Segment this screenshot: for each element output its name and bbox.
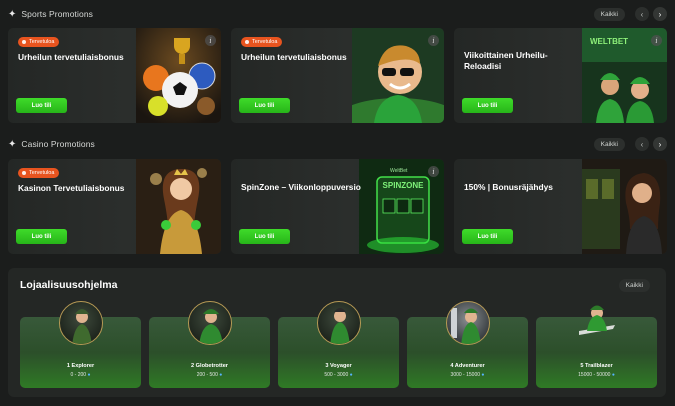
tier-avatar [58,301,103,345]
promo-title: Viikoittainen Urheilu-Reloadisi [464,50,548,71]
info-icon[interactable]: i [651,35,662,46]
create-account-button[interactable]: Luo tili [239,98,290,113]
sparkle-icon: ✦ [8,8,17,20]
tier-range: 3000 - 15000 ● [450,372,485,378]
promo-card[interactable]: Tervetuloa Kasinon Tervetuliaisbonus Luo… [8,159,221,254]
loyalty-tier[interactable]: 5 Trailblazer 15000 - 50000 ● [536,305,657,388]
coin-icon: ● [219,372,223,378]
loyalty-program-panel: Lojaalisuusohjelma Kaikki 1 Explorer 0 -… [8,268,666,397]
info-icon[interactable]: i [428,166,439,177]
loyalty-tier[interactable]: 2 Globetrotter 200 - 500 ● [149,301,270,388]
welcome-badge: Tervetuloa [241,37,283,47]
casino-promotions-header: ✦ Casino Promotions Kaikki ‹ › [8,134,667,154]
loyalty-tier[interactable]: 1 Explorer 0 - 200 ● [20,301,141,388]
create-account-button[interactable]: Luo tili [462,229,513,244]
promo-title: Urheilun tervetuliaisbonus [241,52,347,62]
casino-woman-art [582,159,667,254]
section-title: Casino Promotions [21,139,95,149]
loyalty-title: Lojaalisuusohjelma [20,279,118,291]
welcome-badge: Tervetuloa [18,168,60,178]
promo-card[interactable]: i Tervetuloa Urheilun tervetuliaisbonus … [231,28,444,123]
tier-name: 3 Voyager [325,363,352,369]
create-account-button[interactable]: Luo tili [239,229,290,244]
create-account-button[interactable]: Luo tili [16,229,67,244]
sparkle-icon: ✦ [8,138,17,150]
info-icon[interactable]: i [205,35,216,46]
tier-range: 0 - 200 ● [70,372,91,378]
loyalty-tier[interactable]: 4 Adventurer 3000 - 15000 ● [407,301,528,388]
casino-host-art [136,159,221,254]
promo-title: 150% | Bonusräjähdys [464,182,553,192]
view-all-button[interactable]: Kaikki [593,137,625,151]
tier-name: 5 Trailblazer [580,363,613,369]
tier-avatar [187,301,232,345]
chevron-right-icon[interactable]: › [653,7,667,21]
promo-title: SpinZone – Viikonloppuversio [241,182,361,192]
loyalty-tier[interactable]: 3 Voyager 500 - 3000 ● [278,301,399,388]
welcome-badge: Tervetuloa [18,37,60,47]
info-icon[interactable]: i [428,35,439,46]
section-title: Sports Promotions [21,9,94,19]
chevron-right-icon[interactable]: › [653,137,667,151]
promo-title: Urheilun tervetuliaisbonus [18,52,124,62]
tier-range: 15000 - 50000 ● [578,372,615,378]
tier-name: 2 Globetrotter [191,363,228,369]
brand-logo: WeltBet [390,168,408,174]
promo-card[interactable]: WELTBET i Viikoittainen Urheilu-Reloadis… [454,28,667,123]
tier-avatar [575,301,619,345]
view-all-button[interactable]: Kaikki [593,7,625,21]
brand-logo: WELTBET [590,37,629,46]
chevron-left-icon[interactable]: ‹ [635,137,649,151]
view-all-button[interactable]: Kaikki [618,279,650,292]
sports-promotions-header: ✦ Sports Promotions Kaikki ‹ › [8,4,667,24]
coin-icon: ● [87,372,91,378]
create-account-button[interactable]: Luo tili [16,98,67,113]
tier-name: 4 Adventurer [450,363,485,369]
promo-card[interactable]: 150% | Bonusräjähdys Luo tili [454,159,667,254]
promo-card[interactable]: i Tervetuloa Urheilun tervetuliaisbonus … [8,28,221,123]
promo-title: Kasinon Tervetuliaisbonus [18,183,125,193]
tier-name: 1 Explorer [66,363,95,369]
tier-range: 500 - 3000 ● [324,372,353,378]
tier-avatar [445,301,490,345]
chevron-left-icon[interactable]: ‹ [635,7,649,21]
coin-icon: ● [481,372,485,378]
coin-icon: ● [611,372,615,378]
coin-icon: ● [349,372,353,378]
promo-card[interactable]: WeltBet SPINZONE i SpinZone – Viikonlopp… [231,159,444,254]
tier-range: 200 - 500 ● [196,372,223,378]
tier-avatar [316,301,361,345]
spinzone-logo: SPINZONE [382,181,424,190]
create-account-button[interactable]: Luo tili [462,98,513,113]
